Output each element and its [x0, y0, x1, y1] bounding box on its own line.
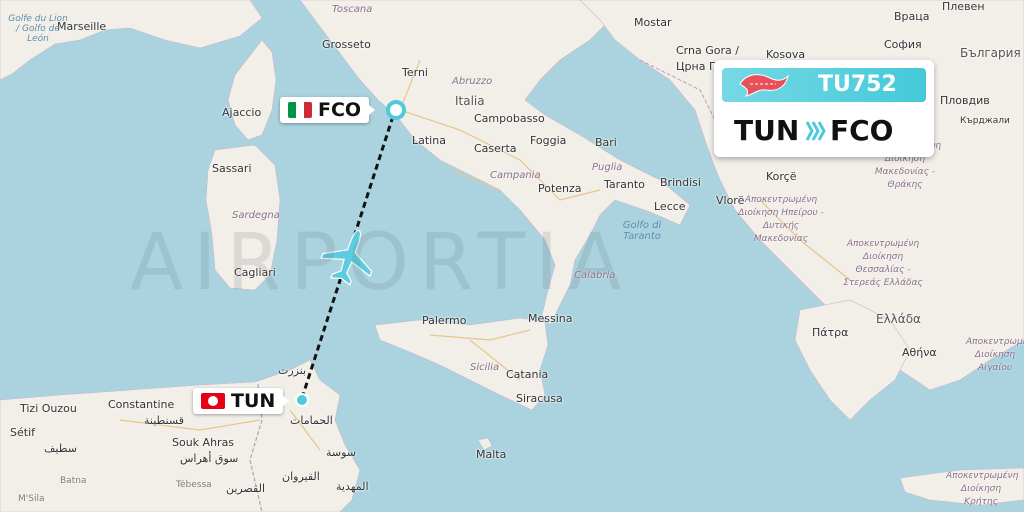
watermark: AIRPORTIA — [130, 218, 632, 308]
italy-flag — [288, 102, 312, 118]
route-destination: FCO — [830, 114, 894, 147]
tun-code: TUN — [231, 390, 276, 412]
flight-number: TU752 — [818, 72, 897, 97]
route-origin: TUN — [734, 114, 800, 147]
tunisair-logo — [739, 74, 789, 97]
tunisia-flag — [201, 393, 225, 409]
tun-airport-marker[interactable] — [295, 393, 309, 407]
triple-chevron-right-icon — [806, 121, 826, 141]
fco-airport-label[interactable]: FCO — [280, 97, 376, 123]
flight-info-card[interactable]: TU752 TUN FCO — [714, 60, 934, 157]
tun-airport-label[interactable]: TUN — [193, 388, 290, 414]
fco-code: FCO — [318, 99, 362, 121]
flight-header: TU752 — [722, 68, 926, 102]
fco-airport-marker[interactable] — [386, 100, 406, 120]
